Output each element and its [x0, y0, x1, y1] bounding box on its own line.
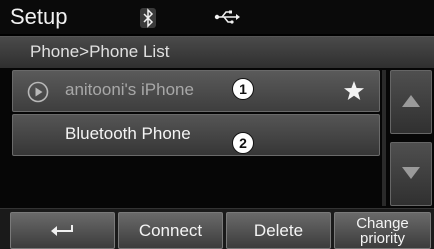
callout-marker-2: 2 [232, 132, 254, 154]
phone-name: Bluetooth Phone [65, 124, 191, 143]
change-priority-button[interactable]: Change priority [334, 212, 431, 249]
return-arrow-icon [50, 224, 73, 236]
phone-list: anitooni's iPhone Bluetooth Phone [0, 68, 434, 208]
connect-label: Connect [138, 220, 203, 240]
star-icon [344, 81, 364, 100]
play-icon [27, 81, 49, 103]
change-priority-label: Change priority [356, 216, 409, 246]
breadcrumb-text: Phone>Phone List [30, 42, 170, 61]
phone-name: anitooni's iPhone [65, 80, 194, 99]
triangle-down-icon [402, 167, 420, 179]
callout-marker-1: 1 [232, 78, 254, 100]
connect-button[interactable]: Connect [118, 212, 223, 249]
list-item-phone-2[interactable]: Bluetooth Phone [12, 114, 380, 156]
usb-icon [214, 10, 240, 24]
screen-title: Setup [10, 4, 68, 29]
delete-label: Delete [253, 220, 304, 240]
delete-button[interactable]: Delete [226, 212, 331, 249]
scroll-up-button[interactable] [390, 70, 432, 134]
triangle-up-icon [402, 95, 420, 107]
title-bar: Setup [0, 0, 434, 34]
list-item-phone-1[interactable]: anitooni's iPhone [12, 70, 380, 112]
setup-screen: Setup Phone>Phone List anitooni's iPhone [0, 0, 434, 249]
bottom-toolbar: Connect Delete Change priority [0, 208, 434, 249]
back-button[interactable] [10, 212, 115, 249]
scroll-down-button[interactable] [390, 142, 432, 206]
breadcrumb: Phone>Phone List [0, 36, 434, 69]
bluetooth-icon [140, 8, 156, 28]
scrollbar-track[interactable] [382, 70, 386, 206]
change-priority-line-2: priority [359, 229, 405, 247]
